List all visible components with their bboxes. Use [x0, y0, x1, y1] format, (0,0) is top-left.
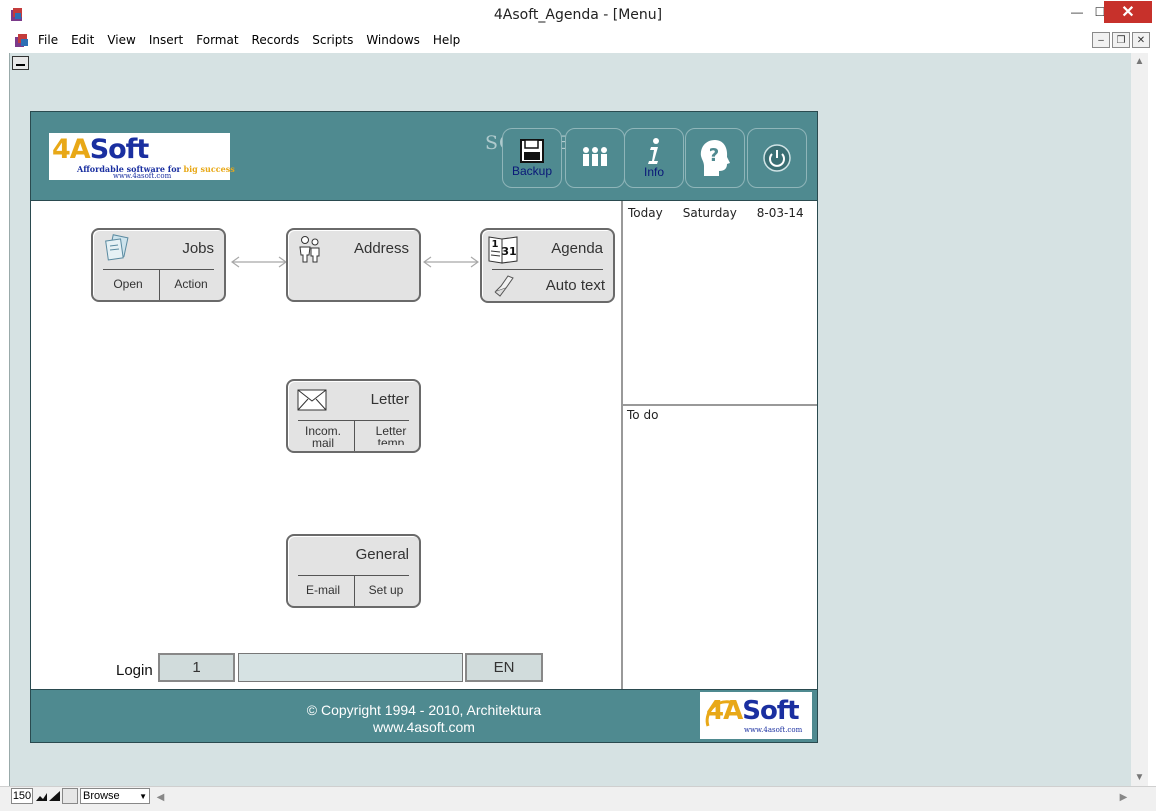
document-icon[interactable] — [14, 33, 30, 49]
calendar-day: 31 — [501, 245, 516, 258]
status-toolbar-toggle[interactable] — [62, 788, 78, 804]
login-label: Login — [116, 662, 153, 679]
address-module[interactable]: Address — [286, 228, 421, 302]
logo-brand-rest: Soft — [89, 134, 150, 165]
side-separator — [621, 201, 623, 689]
chevron-down-icon: ▼ — [139, 792, 147, 801]
calendar-icon: 1 31 — [488, 236, 518, 264]
jobs-title: Jobs — [182, 240, 214, 257]
login-number-field[interactable]: 1 — [158, 653, 235, 682]
language-button[interactable]: EN — [465, 653, 543, 682]
today-date: 8-03-14 — [756, 206, 804, 220]
scroll-down-icon[interactable]: ▼ — [1131, 769, 1148, 786]
documents-icon — [105, 234, 129, 261]
mode-value: Browse — [83, 790, 120, 802]
footer-logo-four: 4A — [706, 696, 743, 726]
scroll-up-icon[interactable]: ▲ — [1131, 53, 1148, 70]
logo-brand-four: 4A — [52, 134, 91, 165]
calendar-month: 1 — [492, 239, 499, 250]
zoom-out-icon[interactable] — [35, 788, 48, 804]
agenda-auto-text-button[interactable]: Auto text — [546, 277, 605, 294]
letter-title: Letter — [370, 391, 409, 408]
status-bar: 150 Browse ▼ ◀ ▶ — [0, 786, 1156, 811]
menu-scripts[interactable]: Scripts — [312, 33, 353, 47]
backup-button[interactable]: Backup — [502, 128, 562, 188]
help-button[interactable]: ? — [685, 128, 745, 188]
general-email-button[interactable]: E-mail — [292, 583, 354, 597]
menu-format[interactable]: Format — [196, 33, 238, 47]
menu-insert[interactable]: Insert — [149, 33, 183, 47]
letter-module[interactable]: Letter Incom. mail Letter temp — [286, 379, 421, 453]
info-icon — [648, 138, 659, 164]
todo-label: To do — [627, 408, 659, 422]
logo-url: www.4asoft.com — [113, 172, 172, 180]
footer-logo-url: www.4asoft.com — [744, 726, 803, 734]
menu-help[interactable]: Help — [433, 33, 460, 47]
brand-logo: 4ASoft Affordable software for big succe… — [49, 133, 235, 180]
logo-tagline-em: big success — [183, 164, 235, 174]
footer-band: © Copyright 1994 - 2010, Architektura ww… — [31, 689, 817, 742]
jobs-open-button[interactable]: Open — [97, 277, 159, 291]
envelope-icon — [297, 389, 327, 411]
window-title: 4Asoft_Agenda - [Menu] — [493, 7, 663, 23]
window-close-button[interactable]: ✕ — [1104, 1, 1152, 23]
double-arrow-icon — [231, 256, 287, 268]
menu-bar: File Edit View Insert Format Records Scr… — [0, 30, 1156, 52]
title-bar: 4Asoft_Agenda - [Menu] — ☐ ✕ — [0, 0, 1156, 30]
general-title: General — [355, 546, 409, 563]
scroll-left-icon[interactable]: ◀ — [152, 789, 169, 806]
horizontal-scrollbar[interactable]: ◀ ▶ — [152, 789, 1132, 806]
status-area-toggle[interactable] — [12, 56, 29, 70]
today-day: Saturday — [682, 206, 737, 220]
footer-logo-rest: Soft — [742, 696, 799, 726]
header-band: 4ASoft Affordable software for big succe… — [31, 112, 817, 201]
people-icon — [299, 236, 320, 263]
help-head-icon: ? — [700, 140, 730, 176]
double-arrow-icon — [423, 256, 479, 268]
general-module[interactable]: General E-mail Set up — [286, 534, 421, 608]
info-label: Info — [643, 165, 664, 179]
scroll-right-icon[interactable]: ▶ — [1115, 789, 1132, 806]
mdi-close-button[interactable]: ✕ — [1132, 32, 1150, 48]
mdi-controls: – ❐ ✕ — [1092, 32, 1150, 48]
menu-edit[interactable]: Edit — [71, 33, 94, 47]
agenda-title: Agenda — [551, 240, 603, 257]
quit-button[interactable] — [747, 128, 807, 188]
mdi-minimize-button[interactable]: – — [1092, 32, 1110, 48]
address-title: Address — [353, 240, 409, 257]
menu-file[interactable]: File — [38, 33, 58, 47]
general-setup-button[interactable]: Set up — [355, 583, 417, 597]
zoom-in-icon[interactable] — [48, 788, 61, 804]
menu-view[interactable]: View — [107, 33, 135, 47]
letter-template-button[interactable]: Letter temp — [368, 425, 414, 445]
info-button[interactable]: Info — [624, 128, 684, 188]
footer-logo: 4ASoft www.4asoft.com — [700, 692, 812, 739]
users-icon — [583, 147, 607, 166]
menu-windows[interactable]: Windows — [366, 33, 420, 47]
agenda-module[interactable]: 1 31 Agenda Auto text — [480, 228, 615, 303]
zoom-level[interactable]: 150 — [11, 788, 33, 804]
jobs-action-button[interactable]: Action — [160, 277, 222, 291]
today-label: Today — [628, 206, 663, 220]
letter-incoming-mail-button[interactable]: Incom. mail — [292, 425, 354, 449]
login-user-field[interactable] — [238, 653, 463, 682]
jobs-module[interactable]: Jobs Open Action — [91, 228, 226, 302]
menu-layout: 4ASoft Affordable software for big succe… — [30, 111, 818, 743]
backup-label: Backup — [511, 164, 553, 178]
mode-select[interactable]: Browse ▼ — [80, 788, 150, 804]
vertical-scrollbar[interactable]: ▲ ▼ — [1131, 53, 1148, 786]
power-icon — [763, 144, 791, 172]
side-horizontal-separator — [623, 404, 817, 406]
menu-items: File Edit View Insert Format Records Scr… — [38, 33, 473, 47]
svg-text:?: ? — [709, 145, 719, 166]
users-button[interactable] — [565, 128, 625, 188]
mdi-restore-button[interactable]: ❐ — [1112, 32, 1130, 48]
pen-icon — [494, 275, 514, 297]
floppy-disk-icon — [520, 139, 544, 163]
today-row: Today Saturday 8-03-14 — [628, 206, 804, 220]
menu-records[interactable]: Records — [252, 33, 300, 47]
